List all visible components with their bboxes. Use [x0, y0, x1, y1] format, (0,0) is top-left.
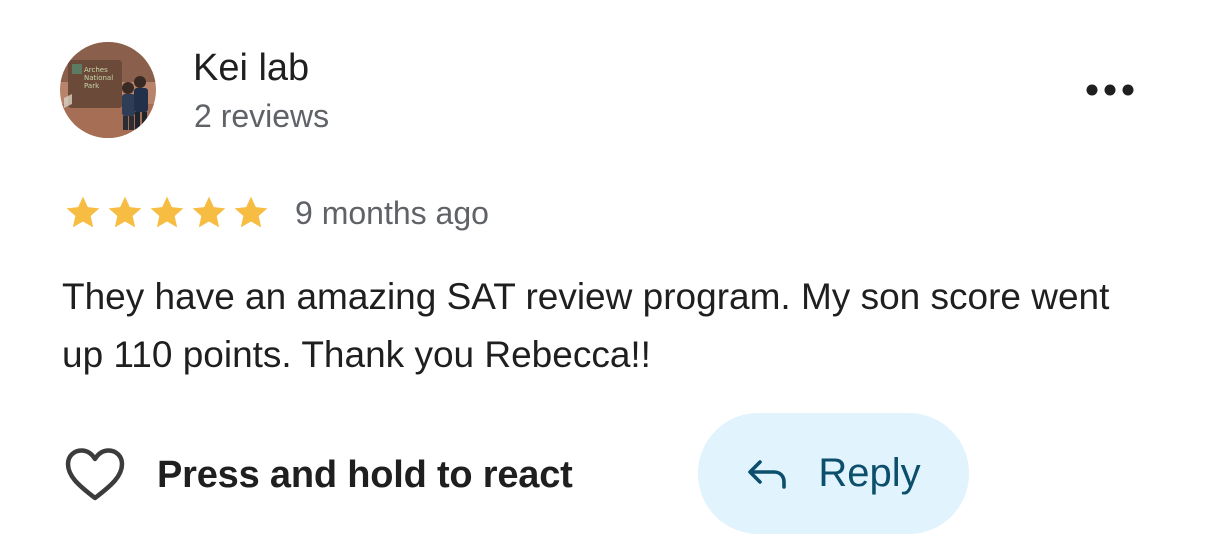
review-text: They have an amazing SAT review program.… — [62, 276, 1110, 375]
star-icon — [192, 196, 226, 228]
svg-text:National: National — [84, 74, 113, 82]
star-icon — [66, 196, 100, 228]
star-icon — [108, 196, 142, 228]
star-rating — [62, 193, 272, 233]
react-button[interactable]: Press and hold to react — [64, 440, 573, 510]
svg-text:Park: Park — [84, 82, 100, 90]
reply-arrow-icon — [748, 459, 787, 489]
author-name[interactable]: Kei lab — [193, 44, 309, 92]
author-review-count[interactable]: 2 reviews — [194, 95, 329, 137]
heart-outline-icon — [65, 448, 125, 501]
review-time-ago: 9 months ago — [295, 195, 489, 231]
reply-button[interactable]: Reply — [698, 413, 969, 534]
avatar[interactable]: Arches National Park — [60, 42, 156, 138]
svg-text:Arches: Arches — [84, 66, 108, 74]
more-options-button[interactable] — [1080, 70, 1140, 110]
more-horizontal-icon — [1086, 84, 1134, 96]
react-label: Press and hold to react — [157, 453, 573, 496]
user-photo-avatar-icon: Arches National Park — [60, 42, 156, 138]
reply-label: Reply — [818, 451, 921, 495]
star-icon — [234, 196, 268, 228]
star-icon — [150, 196, 184, 228]
